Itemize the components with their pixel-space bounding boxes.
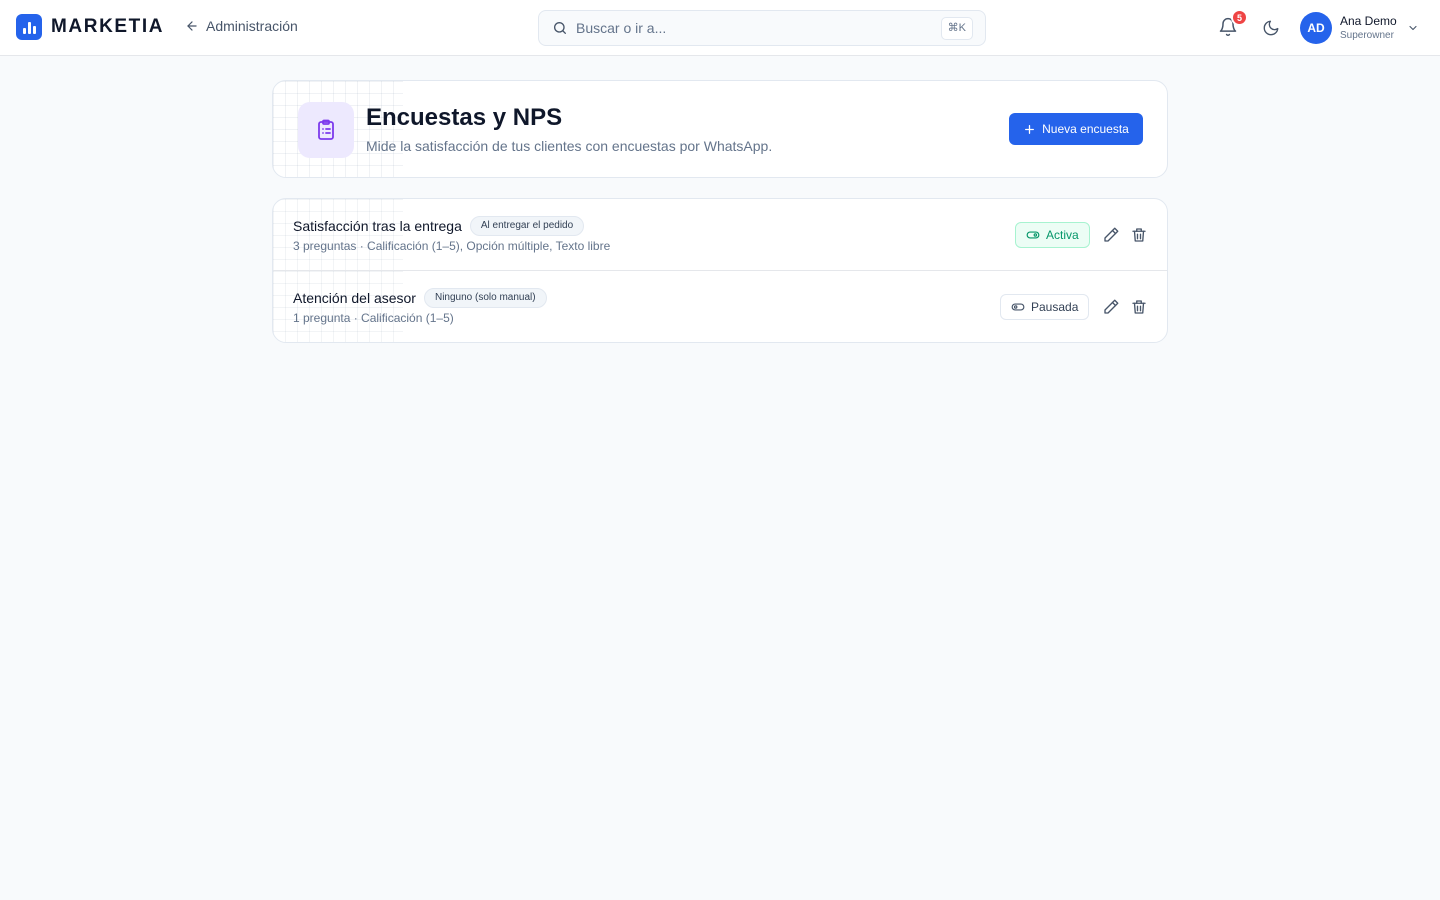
- edit-button[interactable]: [1102, 298, 1120, 316]
- new-survey-label: Nueva encuesta: [1042, 122, 1129, 136]
- page-title: Encuestas y NPS: [366, 104, 563, 131]
- back-link-label: Administración: [206, 18, 298, 34]
- pencil-icon: [1104, 227, 1119, 242]
- brand-name: MARKETIA: [51, 16, 165, 37]
- plus-icon: [1025, 124, 1035, 134]
- status-label: Activa: [1046, 228, 1079, 242]
- clipboard-list-icon: [298, 102, 354, 158]
- toggle-off-icon: [1011, 303, 1025, 311]
- survey-title-line: Satisfacción tras la entrega Al entregar…: [293, 216, 585, 236]
- new-survey-button[interactable]: Nueva encuesta: [1009, 113, 1143, 145]
- trigger-badge: Al entregar el pedido: [469, 216, 585, 236]
- status-toggle-active[interactable]: Activa: [1015, 222, 1090, 248]
- search-shortcut-hint: ⌘K: [940, 17, 973, 40]
- survey-name: Atención del asesor: [293, 290, 416, 306]
- list-item: Atención del asesor Ninguno (solo manual…: [273, 271, 1167, 342]
- survey-title-line: Atención del asesor Ninguno (solo manual…: [293, 288, 547, 308]
- brand-logo[interactable]: MARKETIA: [16, 14, 164, 40]
- trigger-badge: Ninguno (solo manual): [423, 288, 547, 308]
- arrow-left-icon: [187, 21, 197, 31]
- survey-list: Satisfacción tras la entrega Al entregar…: [272, 198, 1168, 343]
- delete-button[interactable]: [1130, 226, 1148, 244]
- delete-button[interactable]: [1130, 298, 1148, 316]
- chevron-down-icon: [1409, 25, 1417, 31]
- notification-count-badge: 5: [1231, 9, 1248, 26]
- back-link-administracion[interactable]: Administración: [185, 18, 298, 34]
- trash-icon: [1132, 228, 1146, 242]
- edit-button[interactable]: [1102, 226, 1120, 244]
- survey-summary: 1 pregunta · Calificación (1–5): [293, 311, 454, 325]
- theme-toggle-button[interactable]: [1262, 19, 1280, 42]
- chart-bars-icon: [16, 14, 42, 40]
- user-name: Ana Demo: [1340, 14, 1397, 28]
- list-item: Satisfacción tras la entrega Al entregar…: [273, 199, 1167, 271]
- toggle-on-icon: [1026, 231, 1040, 239]
- user-menu[interactable]: AD Ana Demo Superowner: [1300, 12, 1419, 44]
- pencil-icon: [1104, 299, 1119, 314]
- search-input[interactable]: [576, 20, 985, 36]
- status-toggle-paused[interactable]: Pausada: [1000, 294, 1090, 320]
- status-label: Pausada: [1031, 300, 1079, 314]
- page-subtitle: Mide la satisfacción de tus clientes con…: [366, 138, 773, 154]
- page-header-card: Encuestas y NPS Mide la satisfacción de …: [272, 80, 1168, 178]
- top-bar: MARKETIA Administración ⌘K 5 AD Ana Demo…: [0, 0, 1440, 56]
- trash-icon: [1132, 300, 1146, 314]
- avatar: AD: [1300, 12, 1332, 44]
- search-icon: [554, 22, 566, 34]
- search-box[interactable]: ⌘K: [538, 10, 986, 46]
- user-info: Ana Demo Superowner: [1340, 14, 1397, 42]
- survey-name: Satisfacción tras la entrega: [293, 218, 462, 234]
- survey-summary: 3 preguntas · Calificación (1–5), Opción…: [293, 239, 611, 253]
- user-role: Superowner: [1340, 30, 1394, 41]
- moon-icon: [1263, 20, 1279, 36]
